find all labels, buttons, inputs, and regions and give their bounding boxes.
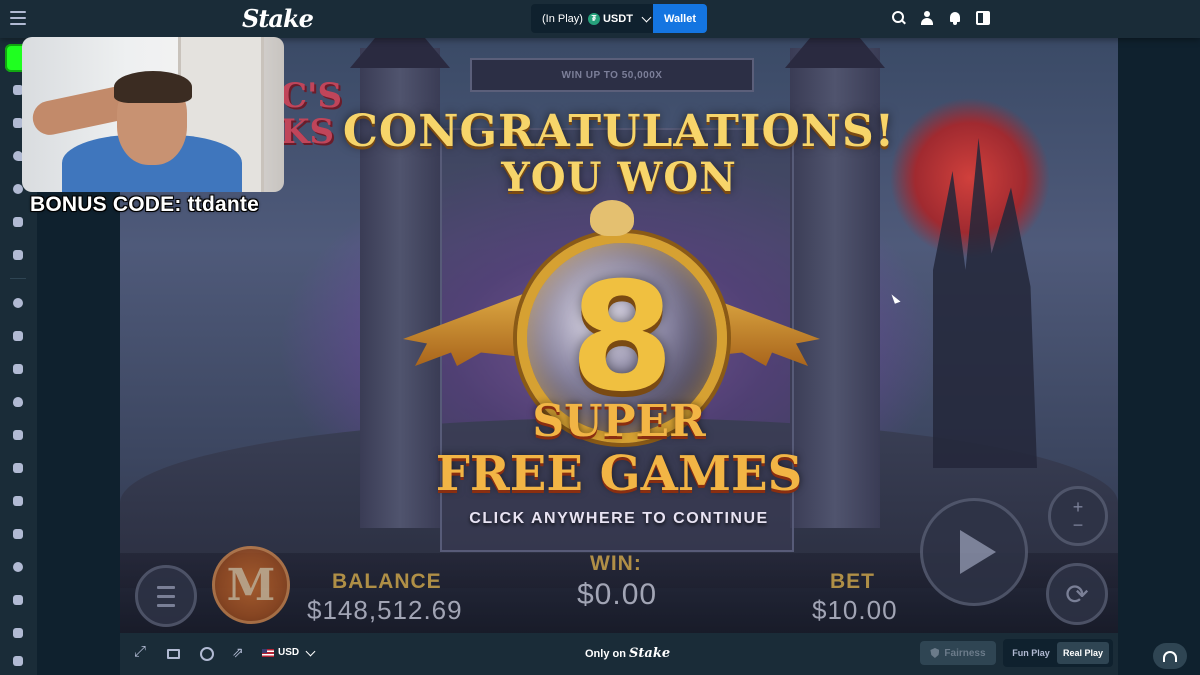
autoplay-icon: ⟳ <box>1065 578 1089 610</box>
currency-selector[interactable]: USD <box>262 646 316 658</box>
sidebar-item-slots[interactable] <box>11 362 25 376</box>
skull-ornament <box>590 200 634 236</box>
autoplay-button[interactable]: ⟳ <box>1046 563 1108 625</box>
menu-icon[interactable] <box>10 11 26 25</box>
top-bar: Stake (In Play) ₮ USDT Wallet <box>0 0 1200 38</box>
only-on-stake: Only on Stake <box>585 646 670 661</box>
support-button[interactable] <box>1153 643 1187 669</box>
minus-icon[interactable]: − <box>1073 516 1084 534</box>
fairness-label: Fairness <box>944 647 986 659</box>
sidebar-item-my-bets[interactable] <box>11 215 25 229</box>
sidebar-item-promotions[interactable] <box>11 593 25 607</box>
tether-icon: ₮ <box>587 12 600 25</box>
game-menu-button[interactable] <box>135 565 197 627</box>
balance-currency: USDT <box>602 12 633 25</box>
balance-status: (In Play) <box>542 12 583 25</box>
challenge-icon <box>13 184 23 194</box>
bell-icon[interactable] <box>948 11 962 25</box>
only-on-brand: Stake <box>629 646 671 661</box>
sidebar-item-affiliate[interactable] <box>11 626 25 640</box>
diamond-icon <box>13 656 23 666</box>
slots-icon <box>13 364 23 374</box>
currency-label: USD <box>278 647 300 658</box>
plus-icon[interactable]: + <box>1073 498 1084 516</box>
crown-icon <box>13 496 23 506</box>
play-icon <box>960 530 996 574</box>
headset-icon <box>1163 650 1177 662</box>
balance-selector[interactable]: (In Play) ₮ USDT <box>531 4 653 33</box>
news-icon <box>13 250 23 260</box>
bet-adjust-button[interactable]: + − <box>1048 486 1108 546</box>
gift-icon <box>13 595 23 605</box>
sidebar-item-bonus-buy[interactable] <box>11 527 25 541</box>
fullscreen-icon[interactable] <box>134 643 148 660</box>
sidebar-item-live-casino[interactable] <box>11 395 25 409</box>
wallet-button[interactable]: Wallet <box>653 4 707 33</box>
free-games-heading: FREE GAMES <box>435 446 803 502</box>
webcam-overlay <box>22 37 284 192</box>
bet-value: $10.00 <box>812 595 898 625</box>
bonus-code-overlay: BONUS CODE: ttdante <box>30 193 259 216</box>
only-on-label: Only on <box>585 648 626 660</box>
spin-button[interactable] <box>920 498 1028 606</box>
sidebar-item-news[interactable] <box>11 248 25 262</box>
sidebar-item-stake-poker[interactable] <box>11 494 25 508</box>
handshake-icon <box>13 628 23 638</box>
balance-label: BALANCE <box>332 570 442 593</box>
balance-value: $148,512.69 <box>307 595 463 625</box>
bet-label: BET <box>830 570 875 593</box>
sidebar-item-exclusives[interactable] <box>11 329 25 343</box>
win-label: WIN: <box>590 552 642 575</box>
real-play-button[interactable]: Real Play <box>1057 642 1109 664</box>
left-roof <box>350 38 450 68</box>
win-value: $0.00 <box>577 578 658 611</box>
sidebar-divider <box>10 278 26 279</box>
rtp-icon <box>13 562 23 572</box>
sidebar-item-game-shows[interactable] <box>11 428 25 442</box>
super-heading: SUPER <box>532 396 706 447</box>
bag-icon <box>13 529 23 539</box>
header-actions <box>892 11 990 25</box>
max-win-banner: WIN UP TO 50,000X <box>470 58 754 92</box>
theatre-mode-icon[interactable] <box>167 649 180 659</box>
chevron-down-icon <box>305 646 316 656</box>
fire-icon <box>13 397 23 407</box>
sidebar-item-enhanced-rtp[interactable] <box>11 560 25 574</box>
fun-play-button[interactable]: Fun Play <box>1007 642 1055 664</box>
us-flag-icon <box>262 648 274 657</box>
live-stats-icon[interactable] <box>200 647 214 661</box>
star-icon <box>13 331 23 341</box>
shield-icon <box>930 648 940 658</box>
coin-icon[interactable]: M <box>212 546 290 624</box>
chevron-down-icon <box>641 12 652 22</box>
popout-icon[interactable] <box>232 644 246 661</box>
right-roof <box>785 38 885 68</box>
trophy-icon <box>13 430 23 440</box>
user-icon[interactable] <box>920 11 934 25</box>
originals-icon <box>13 298 23 308</box>
search-icon[interactable] <box>892 11 906 25</box>
rocket-icon <box>13 463 23 473</box>
sidebar-item-new-releases[interactable] <box>11 461 25 475</box>
sidebar-item-vip[interactable] <box>11 654 25 668</box>
streamer-hair <box>114 71 192 103</box>
play-mode-toggle: Fun Play Real Play <box>1003 639 1113 667</box>
game-controls-bar: USD Only on Stake Fairness Fun Play Real… <box>120 633 1118 675</box>
dice-icon <box>13 217 23 227</box>
fairness-button[interactable]: Fairness <box>920 641 996 665</box>
sidebar-item-stake-originals[interactable] <box>11 296 25 310</box>
stake-logo[interactable]: Stake <box>242 4 314 33</box>
chat-panel-icon[interactable] <box>976 11 990 25</box>
